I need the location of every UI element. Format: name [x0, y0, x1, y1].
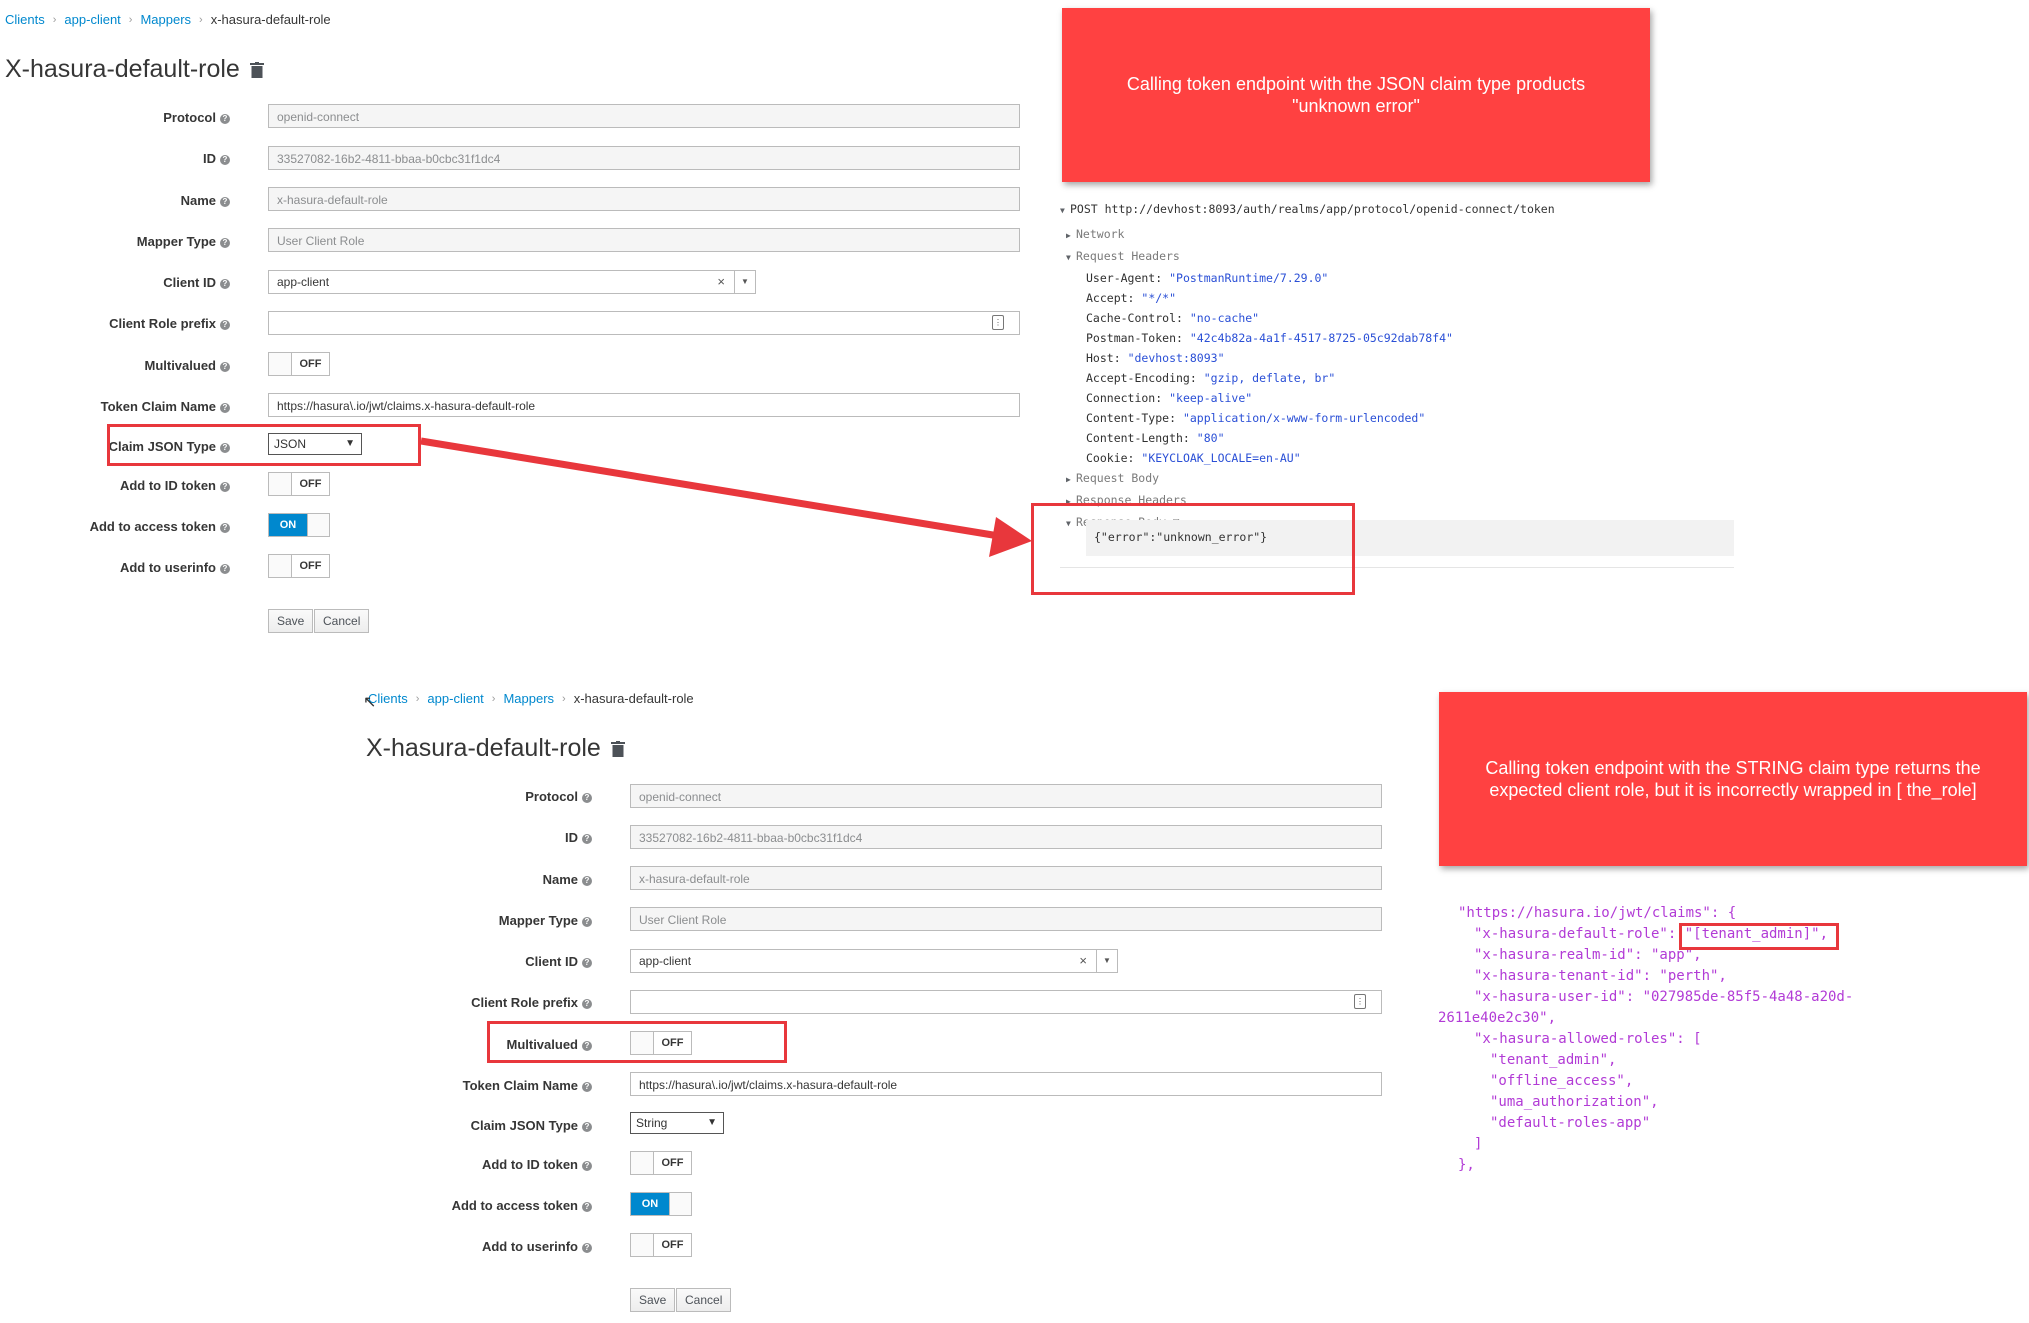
json-line: "https://hasura.io/jwt/claims": { — [1458, 905, 1737, 921]
client-id-label: Client ID? — [352, 954, 592, 969]
highlight-box-default-role — [1679, 923, 1839, 950]
add-id-token-label: Add to ID token? — [352, 1157, 592, 1172]
client-role-prefix-label: Client Role prefix? — [352, 995, 592, 1010]
claim-json-type-label: Claim JSON Type? — [352, 1118, 592, 1133]
json-line: 2611e40e2c30", — [1438, 1010, 1557, 1026]
json-line: "default-roles-app" — [1490, 1115, 1651, 1131]
add-userinfo-toggle[interactable]: OFF — [630, 1233, 692, 1257]
json-line: "x-hasura-tenant-id": "perth", — [1474, 968, 1727, 984]
json-line: }, — [1458, 1157, 1475, 1173]
highlight-box-multivalued — [487, 1021, 787, 1063]
protocol-field: openid-connect — [630, 784, 1382, 808]
callout-string-result: Calling token endpoint with the STRING c… — [1439, 692, 2027, 866]
add-access-token-toggle[interactable]: ON — [630, 1192, 692, 1216]
trash-icon[interactable] — [610, 741, 625, 757]
add-userinfo-state: OFF — [661, 1239, 684, 1251]
page-title-text: X-hasura-default-role — [366, 734, 601, 762]
id-field: 33527082-16b2-4811-bbaa-b0cbc31f1dc4 — [630, 825, 1382, 849]
add-id-token-toggle[interactable]: OFF — [630, 1151, 692, 1175]
client-role-prefix-input[interactable] — [630, 990, 1382, 1014]
name-label: Name? — [352, 872, 592, 887]
claim-json-type-select[interactable]: String ▼ — [630, 1112, 724, 1134]
client-id-select[interactable]: app-client × ▼ — [630, 949, 1118, 973]
claim-json-type-value: String — [636, 1116, 668, 1130]
add-id-token-state: OFF — [661, 1157, 684, 1169]
chevron-down-icon[interactable]: ▼ — [1096, 950, 1117, 972]
name-field: x-hasura-default-role — [630, 866, 1382, 890]
cancel-button[interactable]: Cancel — [676, 1288, 732, 1312]
save-button[interactable]: Save — [630, 1288, 676, 1312]
json-line: "offline_access", — [1490, 1073, 1634, 1089]
json-line: "x-hasura-user-id": "027985de-85f5-4a48-… — [1474, 989, 1854, 1005]
add-userinfo-label: Add to userinfo? — [352, 1239, 592, 1254]
json-line: "uma_authorization", — [1490, 1094, 1659, 1110]
json-line: "tenant_admin", — [1490, 1052, 1617, 1068]
json-line: "x-hasura-allowed-roles": [ — [1474, 1031, 1702, 1047]
add-access-token-state: ON — [631, 1193, 669, 1215]
id-label: ID? — [352, 830, 592, 845]
breadcrumb-app-client[interactable]: app-client — [427, 691, 483, 706]
keyboard-icon[interactable]: ⋮ — [1354, 994, 1366, 1009]
token-claim-name-label: Token Claim Name? — [352, 1078, 592, 1093]
mapper-type-label: Mapper Type? — [352, 913, 592, 928]
breadcrumb-mappers[interactable]: Mappers — [503, 691, 554, 706]
chevron-down-icon: ▼ — [707, 1117, 717, 1128]
protocol-label: Protocol? — [352, 789, 592, 804]
clear-icon[interactable]: × — [1079, 950, 1087, 972]
json-key: "x-hasura-default-role": — [1474, 926, 1685, 942]
mouse-cursor-icon: ↖ — [363, 694, 377, 711]
breadcrumb-current: x-hasura-default-role — [573, 691, 694, 706]
json-line: ] — [1474, 1136, 1483, 1152]
token-claim-name-input[interactable]: https://hasura\.io/jwt/claims.x-hasura-d… — [630, 1072, 1382, 1096]
page-title-bottom: X-hasura-default-role — [366, 734, 625, 763]
mapper-type-field: User Client Role — [630, 907, 1382, 931]
breadcrumb-bottom: Clients › app-client › Mappers › x-hasura-d… — [368, 691, 694, 706]
client-id-value: app-client — [639, 954, 692, 968]
add-access-token-label: Add to access token? — [352, 1198, 592, 1213]
callout-string-text: Calling token endpoint with the STRING c… — [1485, 758, 1981, 800]
